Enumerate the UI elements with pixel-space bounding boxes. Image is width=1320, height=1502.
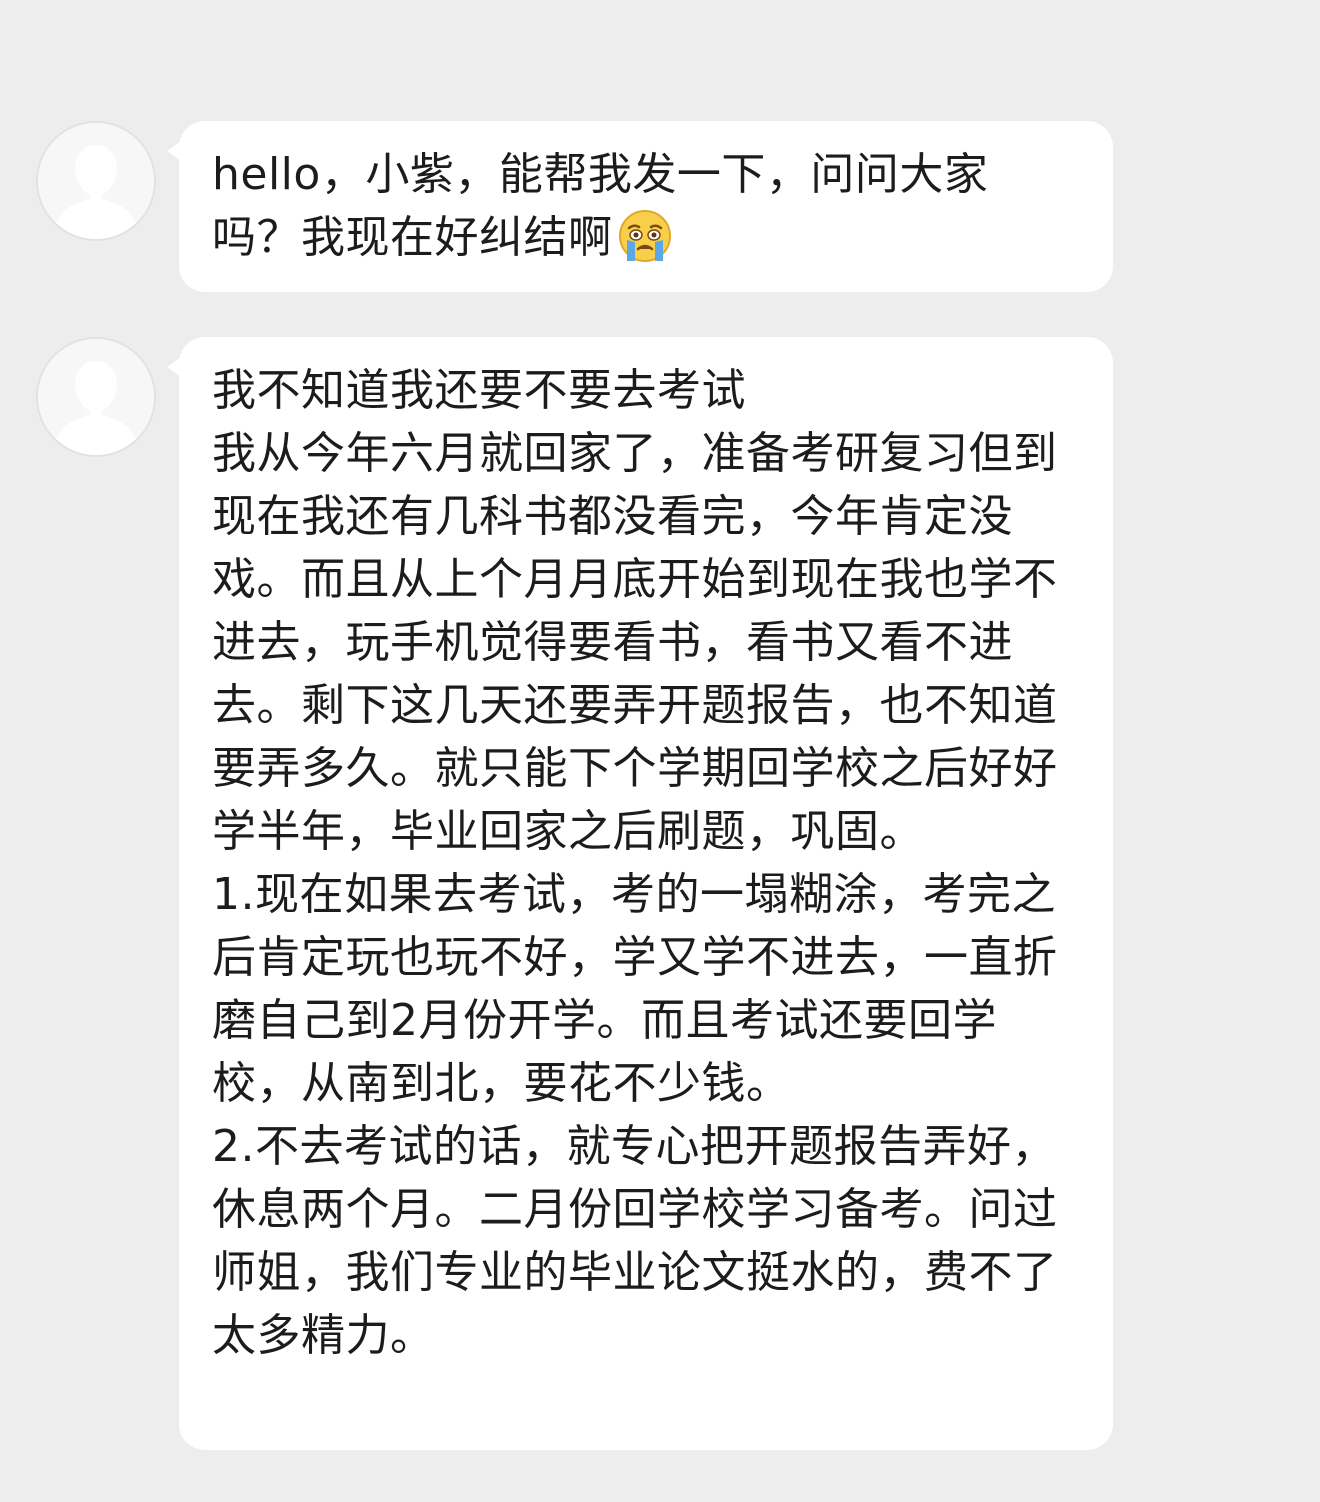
default-avatar-icon [38,123,154,239]
message-bubble[interactable]: hello，小紫，能帮我发一下，问问大家吗？我现在好纠结啊 [167,121,1113,292]
avatar[interactable] [36,121,156,241]
message-bubble[interactable]: 我不知道我还要不要去考试 我从今年六月就回家了，准备考研复习但到现在我还有几科书… [167,337,1113,1450]
message-text: 我不知道我还要不要去考试 我从今年六月就回家了，准备考研复习但到现在我还有几科书… [212,365,1058,1361]
default-avatar-icon [38,339,154,455]
avatar[interactable] [36,337,156,457]
crying-face-icon [617,208,673,281]
message-text: hello，小紫，能帮我发一下，问问大家吗？我现在好纠结啊 [212,149,989,263]
